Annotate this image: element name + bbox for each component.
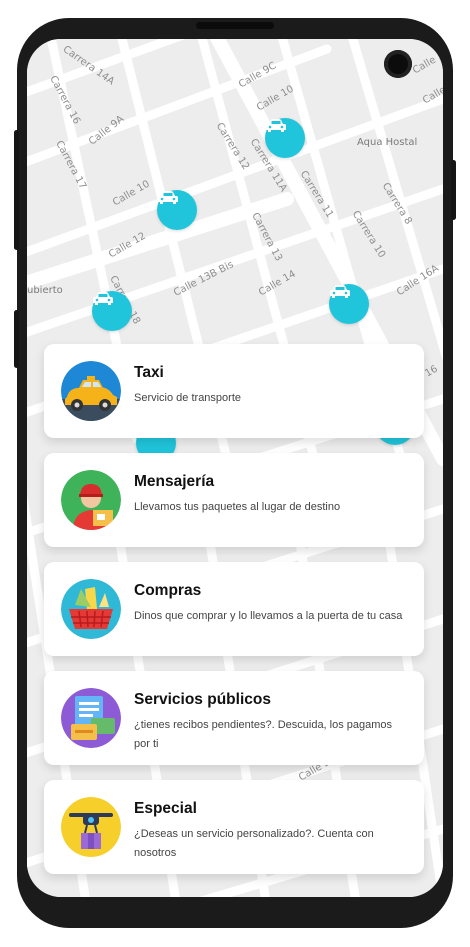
car-icon [266,119,286,132]
bills-icon [61,688,121,748]
service-card-servicios-publicos[interactable]: Servicios públicos ¿tienes recibos pendi… [44,671,424,765]
service-description: Dinos que comprar y lo llevamos a la pue… [134,610,403,622]
service-card-especial[interactable]: Especial ¿Deseas un servicio personaliza… [44,780,424,874]
courier-icon [61,470,121,530]
front-camera [384,50,412,78]
service-description: Llevamos tus paquetes al lugar de destin… [134,501,341,513]
taxi-marker[interactable] [329,284,369,324]
volume-button [14,130,19,250]
service-title: Taxi [134,364,164,381]
taxi-marker[interactable] [92,291,132,331]
power-button [451,160,456,220]
side-button-left [14,310,19,368]
service-card-compras[interactable]: Compras Dinos que comprar y lo llevamos … [44,562,424,656]
service-description: ¿tienes recibos pendientes?. Descuida, l… [134,719,393,750]
service-description: Servicio de transporte [134,392,241,404]
service-card-mensajeria[interactable]: Mensajería Llevamos tus paquetes al luga… [44,453,424,547]
app-screen: Carrera 14A Carrera 16 Calle 9A Carrera … [27,39,443,897]
car-icon [158,191,178,204]
drone-delivery-icon [61,797,121,857]
taxi-marker[interactable] [265,118,305,158]
service-card-taxi[interactable]: Taxi Servicio de transporte [44,344,424,438]
place-label: Aqua Hostal [357,137,418,148]
service-title: Mensajería [134,473,215,490]
service-title: Especial [134,800,197,817]
place-label: ubierto [27,285,63,296]
taxi-marker[interactable] [157,190,197,230]
service-title: Servicios públicos [134,691,271,708]
earpiece-speaker [196,22,274,29]
shopping-basket-icon [61,579,121,639]
service-description: ¿Deseas un servicio personalizado?. Cuen… [134,828,374,859]
car-icon [330,285,350,298]
service-title: Compras [134,582,202,599]
taxi-icon [61,361,121,421]
car-icon [93,292,113,305]
